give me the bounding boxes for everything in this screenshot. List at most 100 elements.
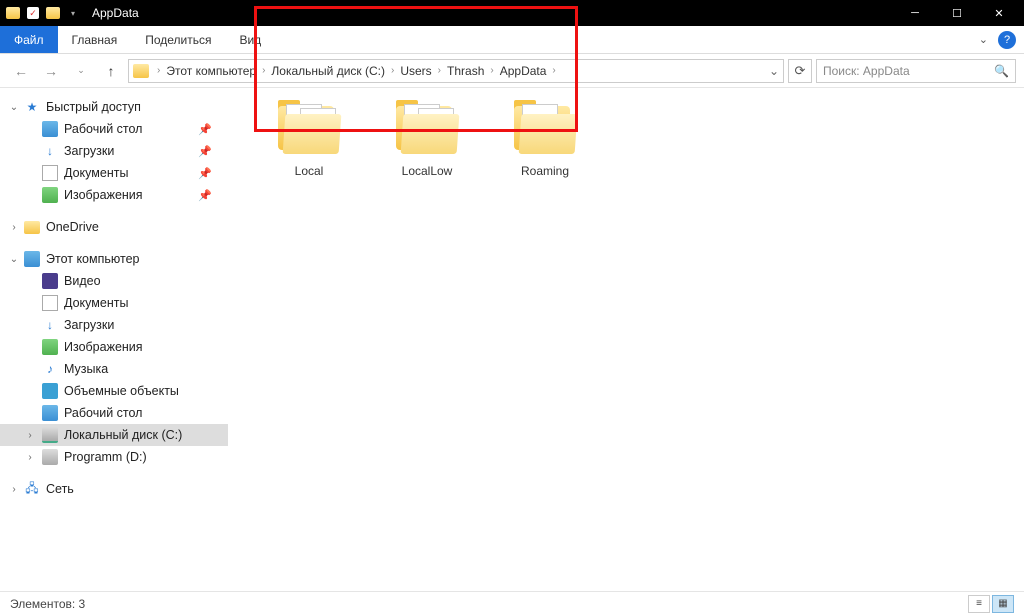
downloads-icon: ↓: [42, 317, 58, 333]
sidebar-item-this-pc[interactable]: ⌄ Этот компьютер: [0, 248, 228, 270]
folder-label: Local: [295, 164, 324, 178]
folder-icon: [392, 100, 462, 158]
downloads-icon: ↓: [42, 143, 58, 159]
window-controls: ─ ☐ ✕: [894, 0, 1020, 26]
sidebar-item-label: Рабочий стол: [64, 406, 142, 420]
expander-icon[interactable]: ›: [8, 484, 20, 495]
chevron-right-icon[interactable]: ›: [436, 65, 443, 76]
expander-icon[interactable]: ›: [24, 430, 36, 441]
quick-access-toolbar: ✓ ▾: [4, 4, 82, 22]
tab-share[interactable]: Поделиться: [131, 26, 225, 53]
sidebar-item-downloads[interactable]: ↓Загрузки📌: [0, 140, 228, 162]
status-bar: Элементов: 3 ≡ ▦: [0, 591, 1024, 615]
refresh-button[interactable]: ⟳: [788, 59, 812, 83]
folder-locallow[interactable]: LocalLow: [382, 100, 472, 178]
chevron-right-icon[interactable]: ›: [488, 65, 495, 76]
breadcrumb-item[interactable]: Thrash: [445, 64, 486, 78]
sidebar-item-label: Programm (D:): [64, 450, 147, 464]
desktop-icon: [42, 405, 58, 421]
sidebar-item-onedrive[interactable]: ›OneDrive: [0, 216, 228, 238]
sidebar-item-desktop[interactable]: Рабочий стол📌: [0, 118, 228, 140]
chevron-right-icon[interactable]: ›: [155, 65, 162, 76]
sidebar-item-label: Объемные объекты: [64, 384, 179, 398]
titlebar[interactable]: ✓ ▾ AppData ─ ☐ ✕: [0, 0, 1024, 26]
tab-home[interactable]: Главная: [58, 26, 132, 53]
sidebar-item-desktop[interactable]: Рабочий стол: [0, 402, 228, 424]
chevron-right-icon[interactable]: ›: [550, 65, 557, 76]
navigation-bar: ← → ⌄ ↑ › Этот компьютер › Локальный дис…: [0, 54, 1024, 88]
sidebar-item-label: Быстрый доступ: [46, 100, 141, 114]
up-button[interactable]: ↑: [98, 58, 124, 84]
sidebar-item-pictures[interactable]: Изображения📌: [0, 184, 228, 206]
chevron-right-icon[interactable]: ›: [389, 65, 396, 76]
properties-icon[interactable]: ✓: [24, 4, 42, 22]
pictures-icon: [42, 187, 58, 203]
objects3d-icon: [42, 383, 58, 399]
folder-icon: ⚙: [510, 100, 580, 158]
ribbon-collapse-icon[interactable]: ⌄: [973, 26, 994, 53]
folder-icon: [274, 100, 344, 158]
expander-icon[interactable]: ›: [24, 452, 36, 463]
navigation-pane[interactable]: ⌄★Быстрый доступ Рабочий стол📌 ↓Загрузки…: [0, 88, 228, 591]
onedrive-icon: [24, 221, 40, 234]
expander-icon[interactable]: ›: [8, 222, 20, 233]
sidebar-item-label: Документы: [64, 166, 128, 180]
folder-icon: [4, 4, 22, 22]
search-icon: 🔍: [994, 64, 1009, 78]
qat-dropdown-icon[interactable]: ▾: [64, 4, 82, 22]
sidebar-item-3d-objects[interactable]: Объемные объекты: [0, 380, 228, 402]
expander-icon[interactable]: ⌄: [8, 102, 20, 113]
sidebar-item-documents[interactable]: Документы: [0, 292, 228, 314]
sidebar-item-downloads[interactable]: ↓ Загрузки: [0, 314, 228, 336]
search-placeholder: Поиск: AppData: [823, 64, 910, 78]
breadcrumb-item[interactable]: Локальный диск (C:): [269, 64, 387, 78]
minimize-button[interactable]: ─: [894, 0, 936, 26]
breadcrumb-item[interactable]: AppData: [498, 64, 549, 78]
forward-button[interactable]: →: [38, 58, 64, 84]
sidebar-item-documents[interactable]: Документы📌: [0, 162, 228, 184]
sidebar-item-label: Загрузки: [64, 318, 114, 332]
maximize-button[interactable]: ☐: [936, 0, 978, 26]
tab-file[interactable]: Файл: [0, 26, 58, 53]
search-input[interactable]: Поиск: AppData 🔍: [816, 59, 1016, 83]
pin-icon: 📌: [198, 189, 212, 202]
address-bar[interactable]: › Этот компьютер › Локальный диск (C:) ›…: [128, 59, 784, 83]
sidebar-item-video[interactable]: Видео: [0, 270, 228, 292]
body: ⌄★Быстрый доступ Рабочий стол📌 ↓Загрузки…: [0, 88, 1024, 591]
pc-icon: [24, 251, 40, 267]
close-button[interactable]: ✕: [978, 0, 1020, 26]
status-item-count: Элементов: 3: [10, 597, 85, 611]
tab-view[interactable]: Вид: [225, 26, 275, 53]
chevron-right-icon[interactable]: ›: [260, 65, 267, 76]
help-icon[interactable]: ?: [998, 31, 1016, 49]
documents-icon: [42, 295, 58, 311]
sidebar-item-label: Рабочий стол: [64, 122, 142, 136]
folder-icon: [133, 64, 149, 78]
content-area[interactable]: Local LocalLow ⚙ Roamin: [228, 88, 1024, 591]
breadcrumb-item[interactable]: Этот компьютер: [164, 64, 258, 78]
window-title: AppData: [92, 6, 139, 20]
sidebar-item-network[interactable]: ›🖧Сеть: [0, 478, 228, 500]
sidebar-item-label: Сеть: [46, 482, 74, 496]
breadcrumb-item[interactable]: Users: [398, 64, 433, 78]
pin-icon: 📌: [198, 145, 212, 158]
expander-icon[interactable]: ⌄: [8, 254, 20, 265]
folder-local[interactable]: Local: [264, 100, 354, 178]
video-icon: [42, 273, 58, 289]
sidebar-item-quick-access[interactable]: ⌄★Быстрый доступ: [0, 96, 228, 118]
address-dropdown-icon[interactable]: ⌄: [769, 64, 779, 78]
sidebar-item-pictures[interactable]: Изображения: [0, 336, 228, 358]
sidebar-item-music[interactable]: ♪Музыка: [0, 358, 228, 380]
sidebar-item-label: Документы: [64, 296, 128, 310]
disk-icon: [42, 449, 58, 465]
sidebar-item-programm-d[interactable]: › Programm (D:): [0, 446, 228, 468]
sidebar-item-label: Этот компьютер: [46, 252, 139, 266]
view-icons-button[interactable]: ▦: [992, 595, 1014, 613]
desktop-icon: [42, 121, 58, 137]
folder-roaming[interactable]: ⚙ Roaming: [500, 100, 590, 178]
sidebar-item-local-disk-c[interactable]: ›Локальный диск (C:): [0, 424, 228, 446]
back-button[interactable]: ←: [8, 58, 34, 84]
ribbon-tabs: Файл Главная Поделиться Вид ⌄ ?: [0, 26, 1024, 54]
recent-dropdown-icon[interactable]: ⌄: [68, 58, 94, 84]
view-details-button[interactable]: ≡: [968, 595, 990, 613]
